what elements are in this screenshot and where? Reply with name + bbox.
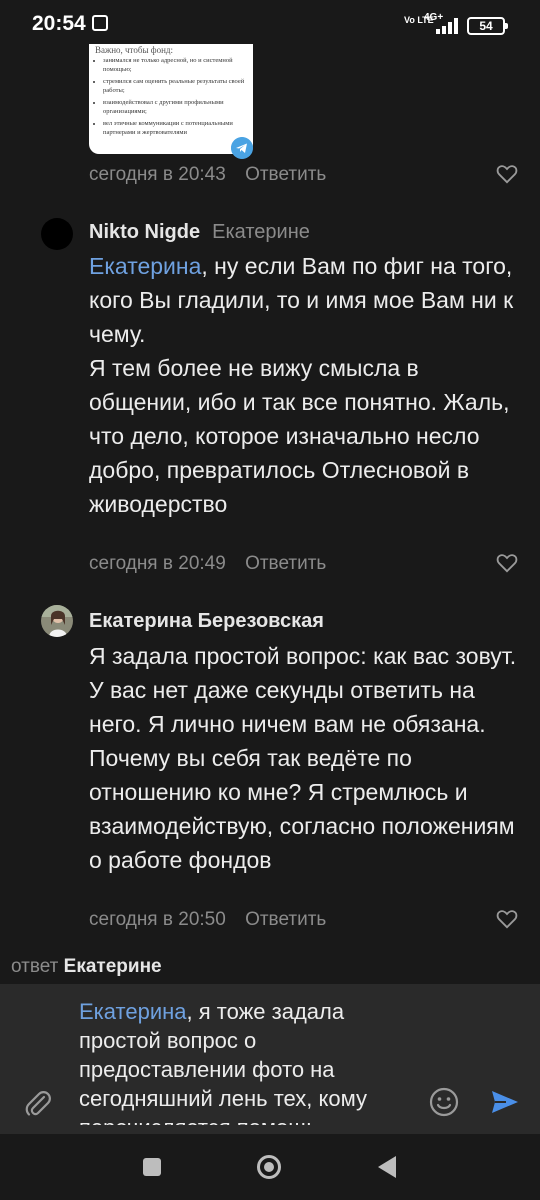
nfc-icon: [92, 15, 108, 31]
comment-input[interactable]: Екатерина, я тоже задала простой вопрос …: [79, 997, 409, 1125]
comment-timestamp: сегодня в 20:49: [89, 553, 226, 574]
image-bullet: занимался не только адресной, но и систе…: [103, 56, 253, 74]
reply-target: Екатерине: [63, 956, 162, 977]
send-icon[interactable]: [490, 1087, 520, 1117]
heart-icon[interactable]: [496, 909, 518, 929]
image-bullets: занимался не только адресной, но и систе…: [89, 56, 253, 140]
reply-link[interactable]: Ответить: [245, 164, 326, 185]
signal-icon: [436, 18, 462, 34]
comment-author[interactable]: Nikto Nigde Екатерине: [89, 221, 310, 244]
home-icon[interactable]: [257, 1155, 281, 1179]
heart-icon[interactable]: [496, 164, 518, 184]
paperclip-icon[interactable]: [22, 1088, 54, 1120]
back-icon[interactable]: [378, 1156, 396, 1178]
reply-prefix: ответ: [11, 956, 59, 977]
attached-image[interactable]: Важно, чтобы фонд: занимался не только а…: [89, 44, 253, 154]
author-name[interactable]: Nikto Nigde: [89, 221, 200, 243]
reply-indicator: ответ Екатерине: [11, 956, 162, 978]
comment-meta: сегодня в 20:43 Ответить: [89, 164, 326, 186]
author-name[interactable]: Екатерина Березовская: [89, 610, 324, 632]
reply-addressee[interactable]: Екатерине: [212, 221, 310, 243]
heart-icon[interactable]: [496, 553, 518, 573]
telegram-icon: [231, 137, 253, 159]
image-bullet: взаимодействовал с другими профильными о…: [103, 98, 253, 116]
image-header: Важно, чтобы фонд:: [95, 45, 173, 55]
avatar[interactable]: [41, 218, 73, 250]
comment-text: Я задала простой вопрос: как вас зовут. …: [89, 639, 519, 877]
comment-timestamp: сегодня в 20:50: [89, 909, 226, 930]
status-time: 20:54: [32, 12, 86, 35]
recent-apps-icon[interactable]: [143, 1158, 161, 1176]
comment-author[interactable]: Екатерина Березовская: [89, 610, 324, 633]
emoji-icon[interactable]: [428, 1086, 460, 1118]
comment-timestamp: сегодня в 20:43: [89, 164, 226, 185]
comment-meta: сегодня в 20:50 Ответить: [89, 909, 326, 931]
comment-meta: сегодня в 20:49 Ответить: [89, 553, 326, 575]
image-bullet: вел этичные коммуникации с потенциальным…: [103, 119, 253, 137]
message-part: Я задала простой вопрос: как вас зовут. …: [89, 643, 517, 873]
comment-text: Екатерина, ну если Вам по фиг на того, к…: [89, 249, 519, 521]
message-part: Я тем более не вижу смысла в общении, иб…: [89, 355, 510, 517]
draft-mention[interactable]: Екатерина: [79, 999, 187, 1024]
avatar[interactable]: [41, 605, 73, 637]
status-bar: 20:54 Vo LTE 4G+ 54: [0, 0, 540, 48]
mention-link[interactable]: Екатерина: [89, 253, 201, 279]
reply-link[interactable]: Ответить: [245, 553, 326, 574]
image-bullet: стремился сам оценить реальные результат…: [103, 77, 253, 95]
battery-icon: 54: [467, 17, 508, 35]
reply-link[interactable]: Ответить: [245, 909, 326, 930]
